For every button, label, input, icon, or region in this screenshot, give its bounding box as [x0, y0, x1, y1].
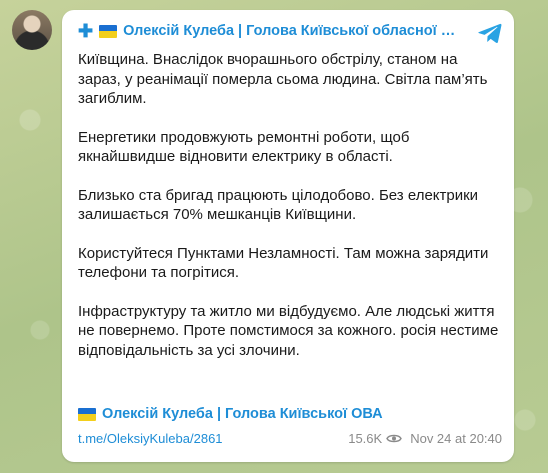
channel-title[interactable]: Олексій Кулеба | Голова Київської обласн…	[123, 23, 455, 39]
paragraph: Інфраструктуру та житло ми відбудуємо. А…	[78, 302, 499, 359]
view-count: 15.6K	[348, 431, 383, 446]
channel-avatar[interactable]	[12, 10, 52, 50]
ukraine-flag-icon	[78, 407, 96, 421]
message-meta: 15.6K Nov 24 at 20:40	[348, 431, 502, 446]
paragraph: Енергетики продовжують ремонтні роботи, …	[78, 128, 410, 166]
paragraph: Близько ста бригад працюють цілодобово. …	[78, 186, 479, 224]
eye-icon	[386, 434, 402, 443]
message-bubble: ✚ Олексій Кулеба | Голова Київської обла…	[62, 10, 514, 462]
signature[interactable]: Олексій Кулеба | Голова Київської ОВА	[78, 406, 383, 422]
message-text: Київщина. Внаслідок вчорашнього обстрілу…	[78, 50, 502, 379]
message-header[interactable]: ✚ Олексій Кулеба | Голова Київської обла…	[78, 22, 474, 40]
message-footer: t.me/OleksiyKuleba/2861 15.6K Nov 24 at …	[78, 431, 502, 446]
paragraph: Київщина. Внаслідок вчорашнього обстрілу…	[78, 51, 488, 107]
paragraph: Користуйтеся Пунктами Незламності. Там м…	[78, 244, 489, 282]
timestamp: Nov 24 at 20:40	[410, 431, 502, 446]
telegram-icon[interactable]	[476, 19, 504, 47]
cross-icon: ✚	[78, 21, 94, 41]
ukraine-flag-icon	[99, 24, 118, 38]
signature-text[interactable]: Олексій Кулеба | Голова Київської ОВА	[102, 406, 383, 422]
post-link[interactable]: t.me/OleksiyKuleba/2861	[78, 431, 223, 446]
